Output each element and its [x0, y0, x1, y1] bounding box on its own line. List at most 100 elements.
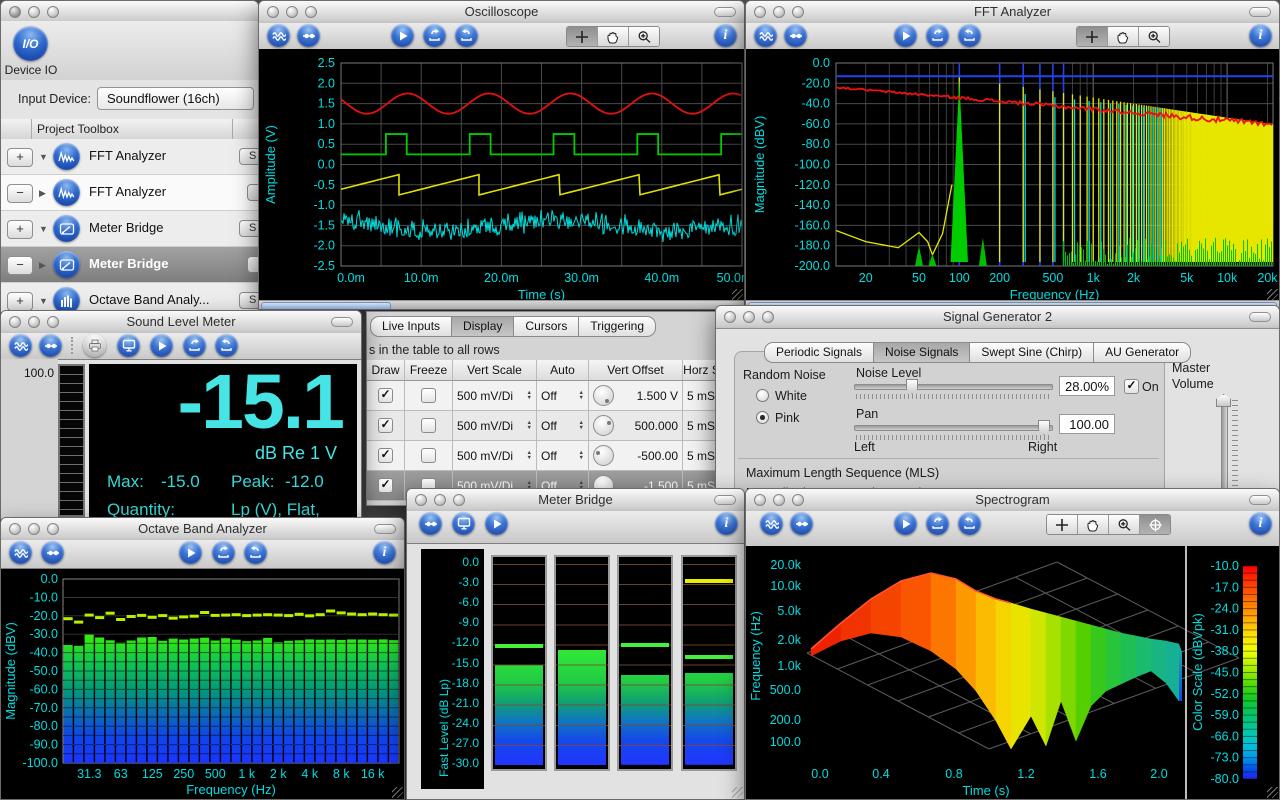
draw-checkbox[interactable]: ✓ — [378, 388, 393, 403]
window-controls[interactable] — [754, 6, 804, 18]
resize-grip[interactable] — [1267, 289, 1278, 300]
offset-knob[interactable] — [593, 445, 614, 466]
sliders-button[interactable] — [790, 512, 813, 535]
show-button[interactable]: S — [239, 220, 259, 237]
sliders-button[interactable] — [784, 24, 807, 47]
pink-noise-radio[interactable] — [756, 411, 769, 424]
zoom-button[interactable] — [762, 311, 774, 323]
close-button[interactable] — [754, 6, 766, 18]
white-noise-radio[interactable] — [756, 389, 769, 402]
collapse-button[interactable] — [714, 7, 736, 17]
info-button[interactable]: i — [1249, 512, 1272, 535]
close-button[interactable] — [415, 494, 427, 506]
disclosure-triangle[interactable]: ▶ — [39, 188, 46, 199]
minimize-button[interactable] — [434, 494, 446, 506]
freeze-checkbox[interactable] — [421, 388, 436, 403]
oscilloscope-plot[interactable]: 2.52.01.51.00.50.0-0.5-1.0-1.5-2.0-2.50.… — [259, 49, 745, 303]
collapse-button[interactable] — [1249, 7, 1271, 17]
offset-knob[interactable] — [593, 415, 614, 436]
export-button[interactable] — [423, 24, 446, 47]
disclosure-triangle[interactable]: ▼ — [39, 152, 48, 162]
wave-button[interactable] — [760, 512, 783, 535]
import-button[interactable] — [455, 24, 478, 47]
play-button[interactable] — [150, 334, 173, 357]
channel-row[interactable]: ✓500 mV/Di▲▼Off▲▼500.0005 mS/Div▲▼ — [367, 411, 721, 441]
zoom-button[interactable] — [305, 6, 317, 18]
close-button[interactable] — [754, 494, 766, 506]
input-device-select[interactable]: Soundflower (16ch) — [97, 87, 254, 110]
vert-offset-cell[interactable]: 1.500 V — [589, 381, 683, 410]
vert-scale-stepper[interactable]: 500 mV/Di▲▼ — [453, 411, 537, 440]
collapse-button[interactable] — [331, 317, 353, 327]
zoom-button[interactable] — [792, 494, 804, 506]
on-checkbox[interactable]: ✓ — [1124, 379, 1139, 394]
collapse-button[interactable] — [714, 495, 736, 505]
crosshair-tool[interactable] — [567, 27, 597, 46]
column-header-vert-scale[interactable]: Vert Scale — [453, 360, 537, 380]
tab-display[interactable]: Display — [452, 316, 514, 337]
close-button[interactable] — [9, 6, 21, 18]
disclosure-triangle[interactable]: ▶ — [39, 260, 46, 271]
add-tool-button[interactable]: + — [7, 292, 33, 311]
export-button[interactable] — [926, 24, 949, 47]
toolbox-row-octave-band-analy[interactable]: +▼Octave Band Analy...S — [1, 283, 258, 313]
show-button[interactable]: S — [239, 148, 259, 165]
auto-stepper[interactable]: Off▲▼ — [537, 381, 589, 410]
remove-tool-button[interactable]: − — [7, 256, 33, 275]
play-button[interactable] — [179, 541, 202, 564]
offset-knob[interactable] — [593, 385, 614, 406]
window-controls[interactable] — [724, 311, 774, 323]
close-button[interactable] — [267, 6, 279, 18]
fft-plot[interactable]: 0.0-20.0-40.0-60.0-80.0-100.0-120.0-140.… — [746, 49, 1280, 303]
collapse-button[interactable] — [374, 524, 396, 534]
hand-tool[interactable] — [597, 27, 628, 46]
tab-cursors[interactable]: Cursors — [514, 316, 579, 337]
freeze-checkbox[interactable] — [421, 418, 436, 433]
freeze-cell[interactable] — [405, 381, 453, 410]
horizontal-scrollbar[interactable] — [259, 300, 744, 309]
vert-scale-stepper[interactable]: 500 mV/Di▲▼ — [453, 441, 537, 470]
import-button[interactable] — [958, 512, 981, 535]
sliders-button[interactable] — [39, 334, 62, 357]
play-button[interactable] — [894, 24, 917, 47]
freeze-cell[interactable] — [405, 441, 453, 470]
noise-level-slider[interactable] — [854, 384, 1053, 390]
minimize-button[interactable] — [28, 6, 40, 18]
minimize-button[interactable] — [773, 6, 785, 18]
pan-field[interactable]: 100.00 — [1059, 414, 1115, 434]
play-button[interactable] — [894, 512, 917, 535]
zoom-tool[interactable] — [628, 27, 659, 46]
play-button[interactable] — [391, 24, 414, 47]
draw-cell[interactable]: ✓ — [367, 411, 405, 440]
export-button[interactable] — [926, 512, 949, 535]
remove-tool-button[interactable]: − — [7, 184, 33, 203]
draw-cell[interactable]: ✓ — [367, 381, 405, 410]
export-button[interactable] — [183, 334, 206, 357]
zoom-button[interactable] — [47, 316, 59, 328]
hand-tool[interactable] — [1107, 27, 1138, 46]
auto-stepper[interactable]: Off▲▼ — [537, 411, 589, 440]
master-volume-thumb[interactable] — [1216, 394, 1231, 407]
display-button[interactable] — [452, 512, 475, 535]
freeze-checkbox[interactable] — [421, 448, 436, 463]
auto-stepper[interactable]: Off▲▼ — [537, 441, 589, 470]
column-header-freeze[interactable]: Freeze — [405, 360, 453, 380]
crosshair-tool[interactable] — [1047, 515, 1077, 534]
zoom-button[interactable] — [47, 6, 59, 18]
disclosure-triangle[interactable]: ▼ — [39, 296, 48, 306]
resize-grip[interactable] — [732, 289, 743, 300]
minimize-button[interactable] — [286, 6, 298, 18]
freeze-cell[interactable] — [405, 411, 453, 440]
scrollbar-thumb[interactable] — [261, 302, 391, 310]
close-button[interactable] — [724, 311, 736, 323]
draw-cell[interactable]: ✓ — [367, 441, 405, 470]
sliders-button[interactable] — [419, 512, 442, 535]
sliders-button[interactable] — [297, 24, 320, 47]
octave-plot[interactable]: 0.0-10.0-20.0-30.0-40.0-50.0-60.0-70.0-8… — [1, 569, 405, 800]
play-button[interactable] — [485, 512, 508, 535]
column-header-auto[interactable]: Auto — [537, 360, 589, 380]
tab-live-inputs[interactable]: Live Inputs — [370, 316, 452, 337]
wave-button[interactable] — [9, 334, 32, 357]
zoom-button[interactable] — [792, 6, 804, 18]
tab-swept-sine-chirp-[interactable]: Swept Sine (Chirp) — [970, 342, 1094, 363]
